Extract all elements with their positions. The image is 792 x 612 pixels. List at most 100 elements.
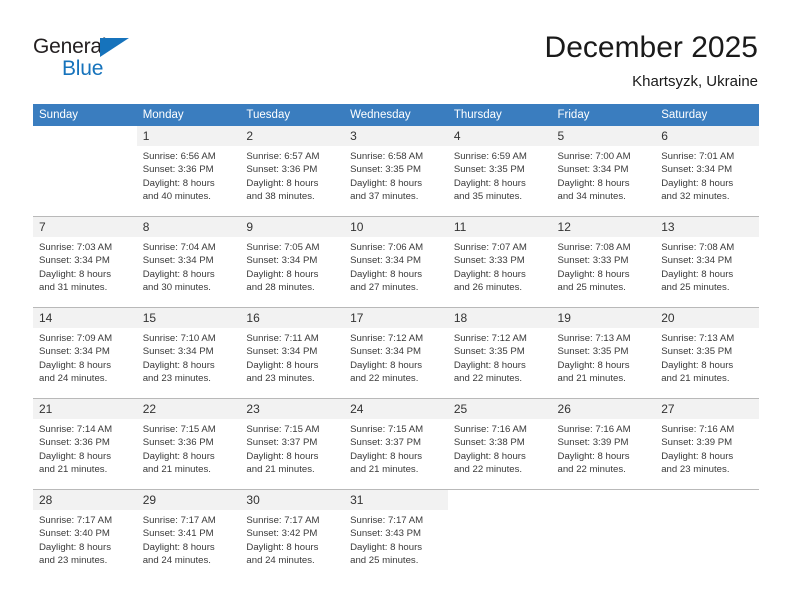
daylight-text-line2: and 23 minutes.: [246, 373, 315, 385]
daylight-text-line1: Daylight: 8 hours: [453, 268, 526, 280]
daylight-text-line2: and 30 minutes.: [142, 282, 211, 294]
day-details: Sunrise: 7:15 AM Sunset: 3:37 PM Dayligh…: [240, 419, 344, 477]
daylight-text-line2: and 28 minutes.: [246, 282, 315, 294]
calendar-day-cell[interactable]: 6 Sunrise: 7:01 AM Sunset: 3:34 PM Dayli…: [655, 126, 759, 217]
daylight-text-line2: and 22 minutes.: [453, 464, 523, 476]
calendar-day-cell[interactable]: 26 Sunrise: 7:16 AM Sunset: 3:39 PM Dayl…: [551, 398, 656, 490]
daylight-text-line1: Daylight: 8 hours: [142, 359, 215, 371]
sunrise-text: Sunrise: 7:12 AM: [350, 333, 424, 344]
sunrise-text: Sunrise: 7:10 AM: [142, 333, 216, 344]
day-number: 16: [240, 308, 345, 328]
logo-triangle-icon: [100, 38, 129, 57]
weekday-header-friday: Friday: [551, 104, 656, 126]
calendar-day-cell[interactable]: 29 Sunrise: 7:17 AM Sunset: 3:41 PM Dayl…: [136, 489, 241, 580]
daylight-text-line1: Daylight: 8 hours: [39, 359, 111, 371]
weekday-header-wednesday: Wednesday: [344, 104, 448, 126]
calendar-day-cell[interactable]: 10 Sunrise: 7:06 AM Sunset: 3:34 PM Dayl…: [344, 216, 448, 308]
calendar-day-cell[interactable]: 13 Sunrise: 7:08 AM Sunset: 3:34 PM Dayl…: [655, 216, 759, 308]
sunset-text: Sunset: 3:33 PM: [557, 255, 629, 267]
daylight-text-line2: and 24 minutes.: [142, 555, 211, 567]
daylight-text-line2: and 22 minutes.: [350, 373, 419, 385]
sunset-text: Sunset: 3:36 PM: [246, 164, 318, 176]
calendar-day-cell[interactable]: 30 Sunrise: 7:17 AM Sunset: 3:42 PM Dayl…: [240, 489, 345, 580]
calendar-day-cell[interactable]: 11 Sunrise: 7:07 AM Sunset: 3:33 PM Dayl…: [447, 216, 552, 308]
daylight-text-line2: and 22 minutes.: [453, 373, 523, 385]
day-details: [552, 510, 656, 514]
calendar-header-row: Sunday Monday Tuesday Wednesday Thursday…: [33, 104, 759, 126]
sunrise-text: Sunrise: 7:01 AM: [661, 151, 735, 162]
sunset-text: Sunset: 3:34 PM: [350, 346, 422, 358]
sunrise-text: Sunrise: 7:15 AM: [350, 424, 424, 435]
sunrise-text: Sunrise: 7:15 AM: [142, 424, 216, 435]
sunset-text: Sunset: 3:36 PM: [39, 437, 110, 449]
day-details: Sunrise: 7:00 AM Sunset: 3:34 PM Dayligh…: [552, 146, 656, 204]
calendar-day-cell[interactable]: 27 Sunrise: 7:16 AM Sunset: 3:39 PM Dayl…: [655, 398, 759, 490]
sunset-text: Sunset: 3:35 PM: [557, 346, 629, 358]
day-details: Sunrise: 7:08 AM Sunset: 3:34 PM Dayligh…: [655, 237, 759, 295]
sunset-text: Sunset: 3:35 PM: [453, 346, 525, 358]
calendar-day-cell[interactable]: 21 Sunrise: 7:14 AM Sunset: 3:36 PM Dayl…: [33, 398, 137, 490]
calendar-day-cell[interactable]: 19 Sunrise: 7:13 AM Sunset: 3:35 PM Dayl…: [551, 307, 656, 399]
daylight-text-line2: and 21 minutes.: [557, 373, 626, 385]
day-details: Sunrise: 7:14 AM Sunset: 3:36 PM Dayligh…: [33, 419, 137, 477]
calendar-day-cell[interactable]: [447, 489, 552, 580]
calendar-day-cell[interactable]: 9 Sunrise: 7:05 AM Sunset: 3:34 PM Dayli…: [240, 216, 345, 308]
calendar-day-cell[interactable]: 2 Sunrise: 6:57 AM Sunset: 3:36 PM Dayli…: [240, 126, 345, 217]
calendar-day-cell[interactable]: 4 Sunrise: 6:59 AM Sunset: 3:35 PM Dayli…: [447, 126, 552, 217]
calendar-page: General Blue December 2025 Khartsyzk, Uk…: [0, 0, 792, 612]
calendar-day-cell[interactable]: 28 Sunrise: 7:17 AM Sunset: 3:40 PM Dayl…: [33, 489, 137, 580]
day-details: Sunrise: 7:17 AM Sunset: 3:42 PM Dayligh…: [240, 510, 344, 568]
day-details: Sunrise: 7:05 AM Sunset: 3:34 PM Dayligh…: [240, 237, 344, 295]
day-number: 11: [447, 217, 552, 237]
day-number: 14: [33, 308, 137, 328]
weekday-header-tuesday: Tuesday: [240, 104, 345, 126]
calendar-day-cell[interactable]: 22 Sunrise: 7:15 AM Sunset: 3:36 PM Dayl…: [136, 398, 241, 490]
calendar-day-cell[interactable]: 15 Sunrise: 7:10 AM Sunset: 3:34 PM Dayl…: [136, 307, 241, 399]
daylight-text-line1: Daylight: 8 hours: [142, 177, 215, 189]
calendar-day-cell[interactable]: 1 Sunrise: 6:56 AM Sunset: 3:36 PM Dayli…: [136, 126, 241, 217]
day-number: 8: [136, 217, 241, 237]
calendar-day-cell[interactable]: 18 Sunrise: 7:12 AM Sunset: 3:35 PM Dayl…: [447, 307, 552, 399]
day-number: [655, 490, 759, 510]
day-details: Sunrise: 7:16 AM Sunset: 3:38 PM Dayligh…: [448, 419, 552, 477]
calendar-day-cell[interactable]: [33, 126, 137, 217]
calendar-day-cell[interactable]: 16 Sunrise: 7:11 AM Sunset: 3:34 PM Dayl…: [240, 307, 345, 399]
calendar-day-cell[interactable]: 25 Sunrise: 7:16 AM Sunset: 3:38 PM Dayl…: [447, 398, 552, 490]
sunset-text: Sunset: 3:35 PM: [661, 346, 733, 358]
daylight-text-line2: and 22 minutes.: [557, 464, 626, 476]
calendar-day-cell[interactable]: 12 Sunrise: 7:08 AM Sunset: 3:33 PM Dayl…: [551, 216, 656, 308]
sunrise-text: Sunrise: 7:15 AM: [246, 424, 320, 435]
day-details: Sunrise: 7:16 AM Sunset: 3:39 PM Dayligh…: [552, 419, 656, 477]
daylight-text-line2: and 21 minutes.: [39, 464, 108, 476]
calendar-day-cell[interactable]: 24 Sunrise: 7:15 AM Sunset: 3:37 PM Dayl…: [344, 398, 448, 490]
calendar-day-cell[interactable]: [551, 489, 656, 580]
sunset-text: Sunset: 3:35 PM: [453, 164, 525, 176]
daylight-text-line1: Daylight: 8 hours: [350, 177, 423, 189]
calendar-day-cell[interactable]: 7 Sunrise: 7:03 AM Sunset: 3:34 PM Dayli…: [33, 216, 137, 308]
day-details: Sunrise: 7:01 AM Sunset: 3:34 PM Dayligh…: [655, 146, 759, 204]
day-number: [447, 490, 552, 510]
sunrise-text: Sunrise: 6:56 AM: [142, 151, 216, 162]
calendar-day-cell[interactable]: 23 Sunrise: 7:15 AM Sunset: 3:37 PM Dayl…: [240, 398, 345, 490]
calendar-day-cell[interactable]: 8 Sunrise: 7:04 AM Sunset: 3:34 PM Dayli…: [136, 216, 241, 308]
calendar-day-cell[interactable]: 31 Sunrise: 7:17 AM Sunset: 3:43 PM Dayl…: [344, 489, 448, 580]
day-number: 15: [136, 308, 241, 328]
sunrise-text: Sunrise: 7:13 AM: [661, 333, 735, 344]
sunrise-text: Sunrise: 7:04 AM: [142, 242, 216, 253]
calendar-body: 1 Sunrise: 6:56 AM Sunset: 3:36 PM Dayli…: [33, 126, 759, 580]
day-number: 29: [136, 490, 241, 510]
daylight-text-line2: and 35 minutes.: [453, 191, 523, 203]
calendar-day-cell[interactable]: 20 Sunrise: 7:13 AM Sunset: 3:35 PM Dayl…: [655, 307, 759, 399]
calendar-day-cell[interactable]: 14 Sunrise: 7:09 AM Sunset: 3:34 PM Dayl…: [33, 307, 137, 399]
calendar-week-row: 21 Sunrise: 7:14 AM Sunset: 3:36 PM Dayl…: [33, 398, 759, 490]
day-number: 9: [240, 217, 345, 237]
daylight-text-line2: and 37 minutes.: [350, 191, 419, 203]
daylight-text-line1: Daylight: 8 hours: [350, 268, 423, 280]
calendar-day-cell[interactable]: 17 Sunrise: 7:12 AM Sunset: 3:34 PM Dayl…: [344, 307, 448, 399]
calendar-day-cell[interactable]: 3 Sunrise: 6:58 AM Sunset: 3:35 PM Dayli…: [344, 126, 448, 217]
daylight-text-line2: and 23 minutes.: [661, 464, 730, 476]
calendar-day-cell[interactable]: 5 Sunrise: 7:00 AM Sunset: 3:34 PM Dayli…: [551, 126, 656, 217]
sunset-text: Sunset: 3:34 PM: [661, 164, 733, 176]
calendar-day-cell[interactable]: [655, 489, 759, 580]
day-number: 25: [447, 399, 552, 419]
